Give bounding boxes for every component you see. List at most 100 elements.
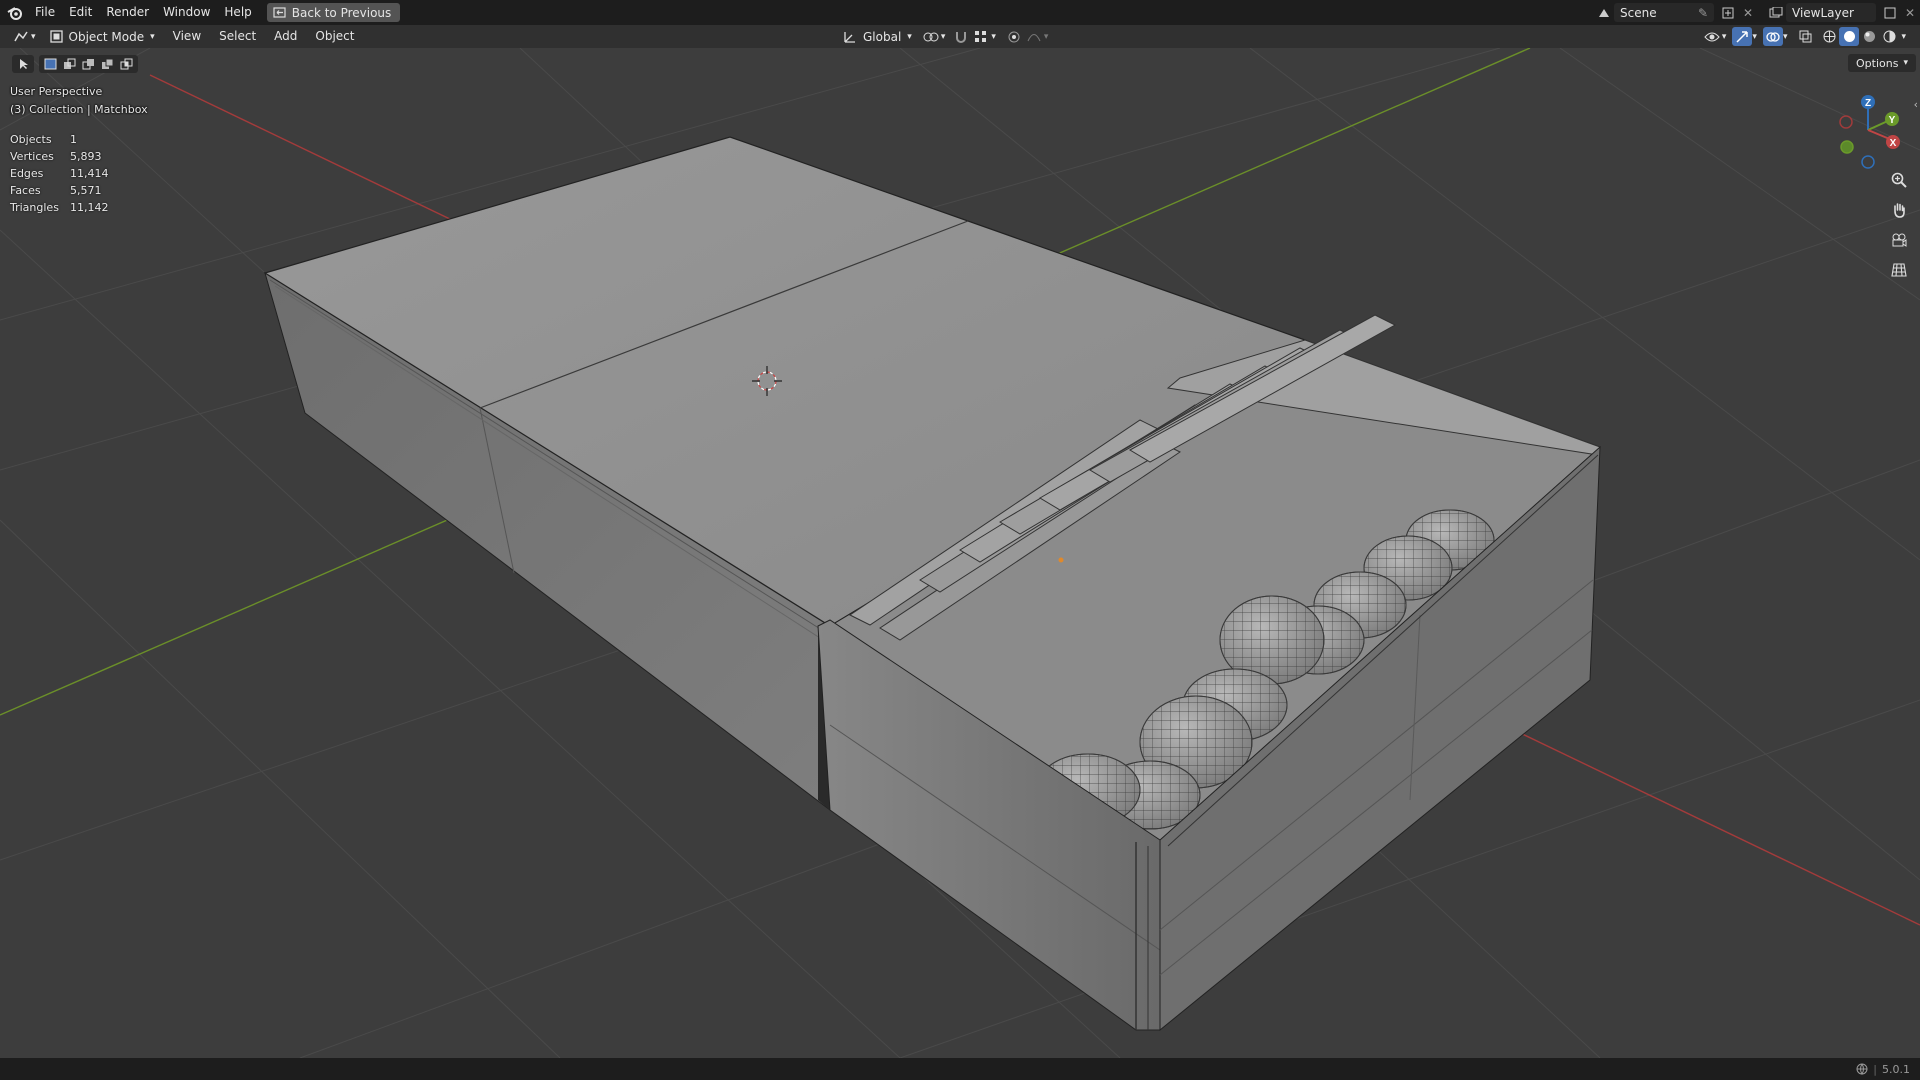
stat-row: Triangles 11,142 [10,199,109,216]
stat-value: 5,893 [70,150,102,163]
stat-row: Objects 1 [10,131,109,148]
scene-selector[interactable]: Scene ✎ [1614,3,1714,22]
back-icon [273,7,286,18]
stat-value: 11,142 [70,201,109,214]
overlays-toggle-icon[interactable] [1762,27,1783,46]
select-tool-button[interactable] [12,55,34,73]
stat-value: 5,571 [70,184,102,197]
transform-orientation-dropdown[interactable]: Global ▾ [838,27,917,46]
visibility-icon[interactable] [1702,27,1722,46]
rendered-shading-icon[interactable] [1879,27,1899,46]
stat-label: Faces [10,184,41,197]
view-layer-selector[interactable]: ViewLayer [1786,3,1876,22]
back-to-previous-button[interactable]: Back to Previous [266,3,401,22]
gizmo-neg-z-icon[interactable] [1861,155,1875,169]
chevron-down-icon: ▾ [1901,31,1906,42]
selection-mode-group [39,55,138,73]
sidebar-toggle-icon[interactable]: ‹ [1914,98,1918,111]
view-layer-type-icon[interactable] [1766,3,1786,22]
stat-row: Vertices 5,893 [10,148,109,165]
menu-edit[interactable]: Edit [62,0,99,25]
scene-statistics: Objects 1 Vertices 5,893 Edges 11,414 Faces… [10,131,109,216]
viewport-header: ▾ Object Mode ▾ View Select Add Object G… [0,25,1920,48]
camera-icon [1892,233,1907,247]
gizmo-x-label: X [1890,138,1897,149]
menu-render[interactable]: Render [99,0,156,25]
3d-viewport-icon [14,31,28,42]
falloff-icon[interactable] [1024,27,1044,46]
mode-dropdown[interactable]: Object Mode ▾ [45,27,160,46]
globe-icon [1856,1063,1868,1075]
snap-target-icon[interactable] [971,27,991,46]
mode-label: Object Mode [68,29,145,44]
proportional-editing-icon[interactable] [1004,27,1024,46]
chevron-down-icon: ▾ [1043,31,1049,42]
snap-icon[interactable] [951,27,971,46]
menu-add[interactable]: Add [265,25,306,48]
stat-label: Objects [10,133,52,146]
zoom-icon [1891,172,1907,188]
xray-toggle-icon[interactable] [1795,27,1815,46]
navigation-gizmo[interactable]: Z Y X [1830,90,1910,170]
scene-render [0,48,1920,1058]
select-new-icon[interactable] [41,56,60,72]
material-shading-icon[interactable] [1859,27,1879,46]
select-subtract-icon[interactable] [79,56,98,72]
select-intersect-icon[interactable] [117,56,136,72]
options-label: Options [1856,56,1899,70]
menu-select[interactable]: Select [210,25,265,48]
back-to-previous-label: Back to Previous [291,5,392,20]
gizmo-neg-x-icon[interactable] [1839,115,1853,129]
menu-help[interactable]: Help [217,0,258,25]
new-scene-icon[interactable] [1718,3,1738,22]
scene-name: Scene [1620,5,1657,20]
3d-viewport[interactable]: User Perspective (3) Collection | Matchb… [0,48,1920,1058]
select-difference-icon[interactable] [98,56,117,72]
hand-icon [1894,203,1905,218]
chevron-down-icon: ▾ [940,31,946,42]
matchbox-model[interactable] [263,136,1601,1032]
gizmo-toggle-icon[interactable] [1732,27,1753,46]
zoom-view-button[interactable] [1886,167,1912,193]
toggle-ortho-button[interactable] [1886,257,1912,283]
chevron-down-icon: ▾ [1903,58,1908,68]
status-bar: | 5.0.1 [0,1058,1920,1080]
stat-value: 11,414 [70,167,109,180]
select-extend-icon[interactable] [60,56,79,72]
menu-window[interactable]: Window [156,0,217,25]
camera-view-button[interactable] [1886,227,1912,253]
solid-shading-icon[interactable] [1839,27,1860,46]
editor-type-dropdown[interactable]: ▾ [8,27,41,46]
pin-icon[interactable]: ✎ [1698,6,1708,20]
chevron-down-icon: ▾ [1782,31,1788,42]
stat-value: 1 [70,133,77,146]
pivot-point-icon[interactable] [921,27,941,46]
grid-icon [1891,263,1907,277]
wireframe-shading-icon[interactable] [1819,27,1839,46]
options-dropdown[interactable]: Options ▾ [1848,54,1916,72]
menu-view[interactable]: View [164,25,210,48]
delete-view-layer-icon[interactable]: ✕ [1900,3,1920,22]
object-origin [1058,557,1064,563]
top-bar: File Edit Render Window Help Back to Pre… [0,0,1920,25]
new-view-layer-icon[interactable] [1880,3,1900,22]
stat-label: Vertices [10,150,54,163]
gizmo-neg-y-icon[interactable] [1840,140,1854,154]
gizmo-y-label: Y [1889,115,1896,126]
chevron-down-icon: ▾ [907,31,912,42]
pan-view-button[interactable] [1886,197,1912,223]
view-layer-name: ViewLayer [1792,5,1854,20]
menu-object[interactable]: Object [306,25,363,48]
cursor-arrow-icon [19,59,28,69]
blender-logo-icon[interactable] [2,0,28,25]
chevron-down-icon: ▾ [150,31,155,42]
gizmo-z-label: Z [1865,98,1871,109]
menu-file[interactable]: File [28,0,62,25]
tool-settings [12,55,138,73]
orientation-icon [844,32,855,43]
collection-label: (3) Collection | Matchbox [10,103,148,116]
scene-type-icon[interactable] [1594,3,1614,22]
delete-scene-icon[interactable]: ✕ [1738,3,1758,22]
object-mode-icon [49,30,63,43]
chevron-down-icon: ▾ [1752,31,1757,42]
